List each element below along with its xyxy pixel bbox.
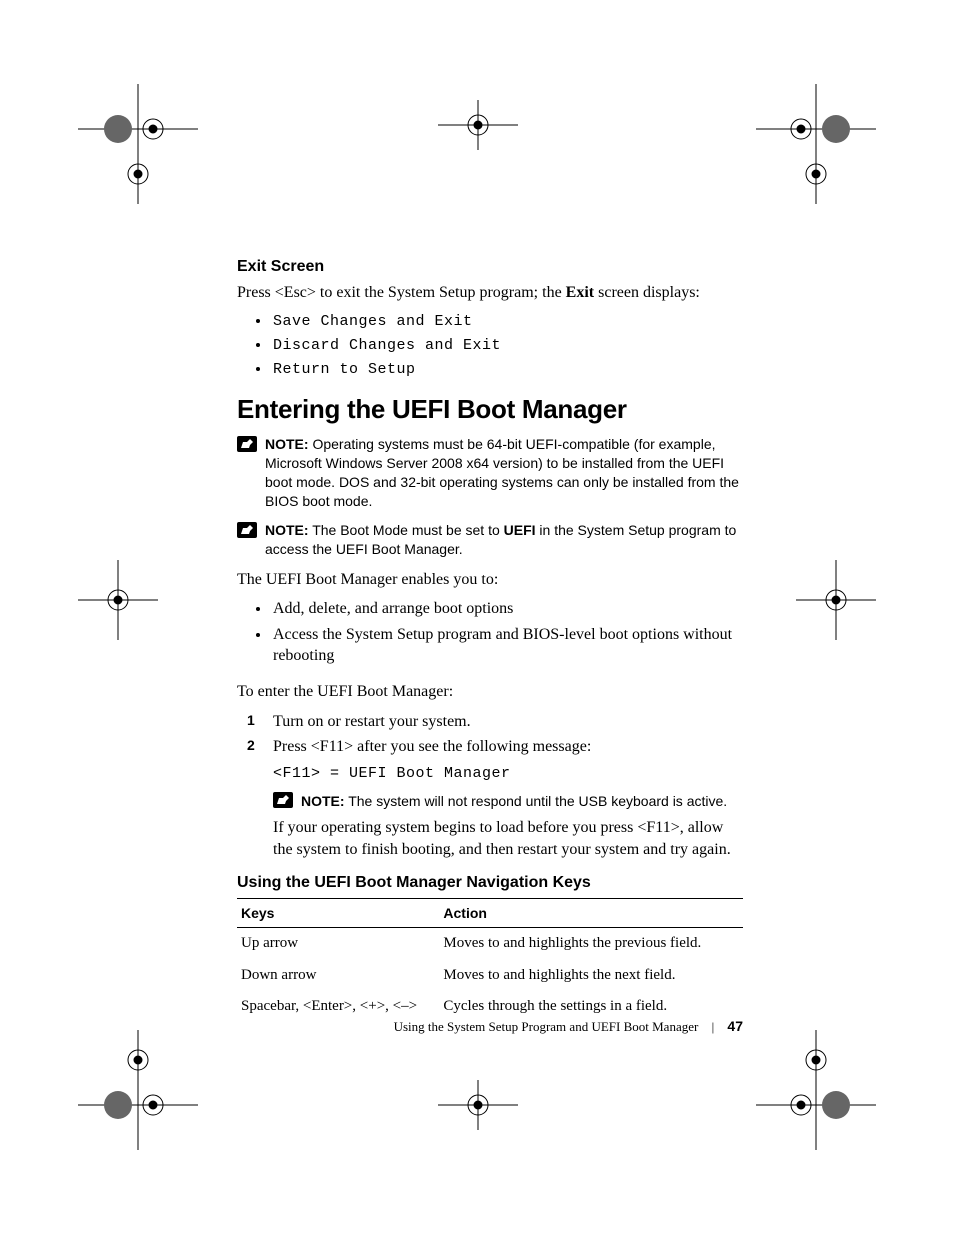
- note-pencil-icon: [273, 792, 293, 808]
- table-header-row: Keys Action: [237, 899, 743, 928]
- note-body: Operating systems must be 64-bit UEFI-co…: [265, 436, 739, 509]
- enables-list: Add, delete, and arrange boot options Ac…: [237, 598, 743, 667]
- note-pencil-icon: [237, 522, 257, 538]
- registration-mark-icon: [438, 100, 518, 150]
- section-heading: Entering the UEFI Boot Manager: [237, 394, 743, 425]
- step-note: NOTE: The system will not respond until …: [273, 792, 743, 811]
- text: screen displays:: [594, 284, 700, 301]
- exit-options-list: Save Changes and Exit Discard Changes an…: [237, 312, 743, 381]
- text: The Boot Mode must be set to: [312, 522, 503, 538]
- col-keys: Keys: [237, 899, 439, 928]
- registration-mark-icon: [756, 1030, 876, 1150]
- note-text: NOTE: The Boot Mode must be set to UEFI …: [265, 521, 743, 559]
- step-tail: If your operating system begins to load …: [273, 817, 743, 860]
- enter-intro: To enter the UEFI Boot Manager:: [237, 681, 743, 703]
- exit-intro: Press <Esc> to exit the System Setup pro…: [237, 282, 743, 304]
- registration-mark-icon: [438, 1080, 518, 1130]
- note-text: NOTE: Operating systems must be 64-bit U…: [265, 435, 743, 511]
- cell-action: Moves to and highlights the previous fie…: [439, 928, 743, 960]
- note-label: NOTE:: [265, 522, 309, 538]
- footer-divider: |: [712, 1019, 715, 1034]
- note-1: NOTE: Operating systems must be 64-bit U…: [237, 435, 743, 511]
- page-content: Exit Screen Press <Esc> to exit the Syst…: [237, 258, 743, 1023]
- list-item: Save Changes and Exit: [271, 312, 743, 332]
- step-1: Turn on or restart your system.: [271, 711, 743, 733]
- text: Press <Esc> to exit the System Setup pro…: [237, 284, 566, 301]
- registration-mark-icon: [78, 1030, 198, 1150]
- registration-mark-icon: [756, 84, 876, 204]
- navkeys-heading: Using the UEFI Boot Manager Navigation K…: [237, 874, 743, 892]
- note-body: The system will not respond until the US…: [348, 793, 727, 809]
- step-text: Turn on or restart your system.: [273, 713, 471, 730]
- page-footer: Using the System Setup Program and UEFI …: [237, 1018, 743, 1035]
- registration-mark-icon: [78, 560, 158, 640]
- bold-text: Exit: [566, 284, 594, 301]
- note-pencil-icon: [237, 436, 257, 452]
- list-item: Add, delete, and arrange boot options: [271, 598, 743, 620]
- table-row: Down arrow Moves to and highlights the n…: [237, 960, 743, 992]
- cell-key: Down arrow: [237, 960, 439, 992]
- enables-intro: The UEFI Boot Manager enables you to:: [237, 569, 743, 591]
- registration-mark-icon: [78, 84, 198, 204]
- page-number: 47: [727, 1018, 743, 1034]
- note-label: NOTE:: [301, 793, 345, 809]
- steps-list: Turn on or restart your system. Press <F…: [237, 711, 743, 861]
- footer-title: Using the System Setup Program and UEFI …: [394, 1019, 699, 1034]
- step-text: Press <F11> after you see the following …: [273, 738, 591, 755]
- navkeys-table: Keys Action Up arrow Moves to and highli…: [237, 898, 743, 1023]
- list-item: Discard Changes and Exit: [271, 336, 743, 356]
- cell-key: Up arrow: [237, 928, 439, 960]
- cell-action: Moves to and highlights the next field.: [439, 960, 743, 992]
- registration-mark-icon: [796, 560, 876, 640]
- exit-screen-heading: Exit Screen: [237, 258, 743, 276]
- note-2: NOTE: The Boot Mode must be set to UEFI …: [237, 521, 743, 559]
- code-line: <F11> = UEFI Boot Manager: [273, 764, 743, 784]
- list-item: Access the System Setup program and BIOS…: [271, 624, 743, 667]
- bold-text: UEFI: [504, 522, 536, 538]
- col-action: Action: [439, 899, 743, 928]
- note-text: NOTE: The system will not respond until …: [301, 792, 727, 811]
- step-2: Press <F11> after you see the following …: [271, 736, 743, 860]
- table-row: Up arrow Moves to and highlights the pre…: [237, 928, 743, 960]
- list-item: Return to Setup: [271, 360, 743, 380]
- note-label: NOTE:: [265, 436, 309, 452]
